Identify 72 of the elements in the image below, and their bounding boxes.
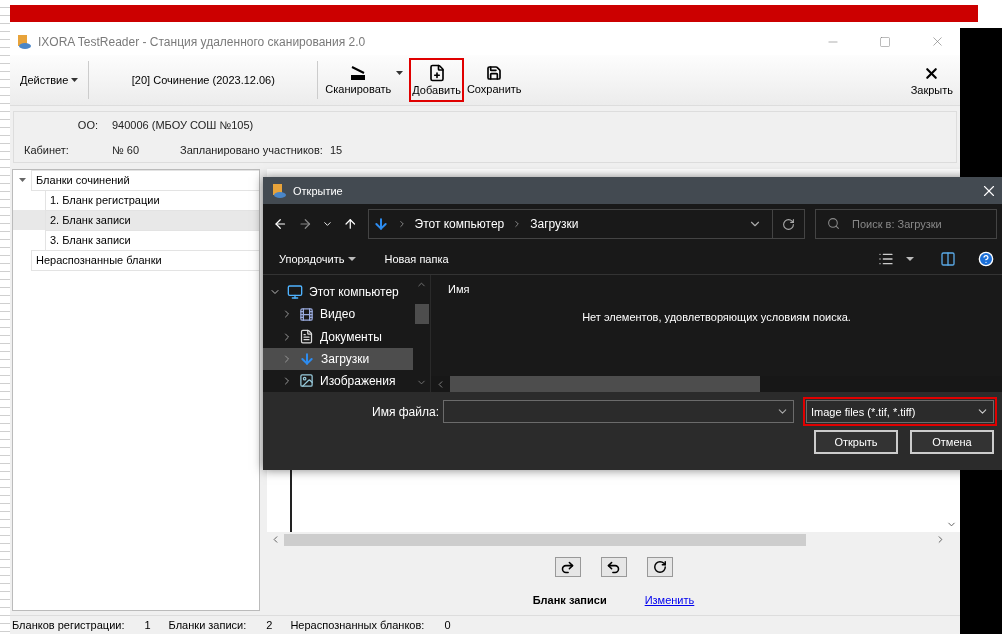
address-bar[interactable]: Этот компьютер Загрузки (367, 209, 774, 239)
preview-pane-icon[interactable] (940, 251, 956, 267)
app-icon (271, 182, 287, 199)
back-icon[interactable] (273, 216, 288, 232)
help-icon[interactable] (978, 251, 994, 267)
toolbar-button[interactable]: Сохранить (463, 58, 525, 102)
rotate-icon (652, 560, 667, 574)
field-value: 940006 (МБОУ СОШ №105) (112, 118, 255, 131)
toolbar-button[interactable]: Сканировать (322, 58, 395, 102)
toolbar-button[interactable]: Добавить (409, 58, 464, 102)
refresh-icon (782, 217, 796, 231)
status-label: Бланки записи: (168, 619, 247, 631)
column-header[interactable]: Имя (448, 283, 470, 295)
folder-item[interactable]: Изображения (263, 369, 413, 392)
collapse-triangle-icon[interactable] (18, 178, 26, 182)
monitor-icon (287, 284, 303, 301)
caret-icon[interactable] (396, 71, 404, 75)
dialog-button[interactable]: Открыть (814, 430, 898, 454)
organize-menu-button[interactable]: Упорядочить (271, 251, 365, 267)
view-options-icon[interactable] (878, 251, 894, 267)
folder-item[interactable]: Видео (263, 303, 413, 326)
status-value: 0 (444, 619, 451, 631)
new-folder-button[interactable]: Новая папка (376, 251, 457, 267)
exam-title: [20] Сочинение (2023.12.06) (130, 74, 276, 86)
status-value: 2 (266, 619, 273, 631)
rotate-right-button[interactable] (554, 557, 581, 577)
scanner-icon (349, 65, 368, 81)
breadcrumb-item[interactable]: Этот компьютер (414, 217, 505, 231)
caret-icon (348, 257, 357, 261)
filename-field[interactable] (443, 400, 794, 423)
folder-item[interactable]: Загрузки (263, 347, 413, 370)
action-menu-button[interactable]: Действие (14, 70, 85, 90)
empty-message: Нет элементов, удовлетворяющих условиям поиска. (582, 311, 851, 325)
field-label: ОО: (76, 118, 99, 131)
field-label: Запланировано участников: (180, 143, 324, 156)
status-value: 1 (144, 619, 151, 631)
status-label: Нераспознанных бланков: (290, 619, 425, 631)
field-label: Кабинет: (24, 143, 70, 156)
tree-item[interactable]: 2. Бланк записи (13, 210, 259, 230)
caret-icon[interactable] (906, 257, 914, 261)
film-icon (299, 306, 314, 322)
app-icon (16, 33, 32, 50)
refresh-button[interactable] (773, 209, 805, 239)
rotate-left-button[interactable] (600, 557, 627, 577)
rotate-right-icon (560, 559, 575, 575)
dialog-title: Открытие (293, 184, 344, 197)
rotate-left-icon (606, 559, 621, 575)
document-icon (299, 329, 314, 344)
field-value: № 60 (112, 143, 141, 156)
add-file-icon (427, 64, 446, 82)
rotate-180-button[interactable] (646, 557, 673, 577)
window-title: IXORA TestReader - Станция удаленного сканирования 2.0 (38, 34, 367, 49)
file-type-dropdown[interactable]: Image files (*.tif, *.tiff) (806, 400, 994, 423)
picture-icon (299, 373, 314, 389)
filename-label: Имя файла: (372, 404, 439, 419)
close-button[interactable]: Закрыть (907, 58, 956, 102)
dialog-button[interactable]: Отмена (910, 430, 994, 454)
search-field[interactable]: Поиск в: Загрузки (815, 209, 997, 239)
status-label: Бланков регистрации: (12, 619, 125, 631)
caret-icon (71, 78, 79, 82)
form-type-label: Бланк записи (532, 594, 607, 606)
change-link[interactable]: Изменить (644, 594, 695, 606)
search-icon (827, 217, 840, 230)
folder-item[interactable]: Документы (263, 325, 413, 348)
download-icon (299, 350, 315, 367)
scrollbar-thumb[interactable] (284, 533, 806, 546)
scrollbar-thumb[interactable] (450, 376, 760, 392)
scrollbar-thumb[interactable] (414, 303, 429, 324)
breadcrumb-item[interactable]: Загрузки (530, 217, 579, 231)
folder-item[interactable]: Этот компьютер (263, 281, 413, 304)
field-value: 15 (330, 143, 344, 156)
save-icon (486, 65, 503, 81)
